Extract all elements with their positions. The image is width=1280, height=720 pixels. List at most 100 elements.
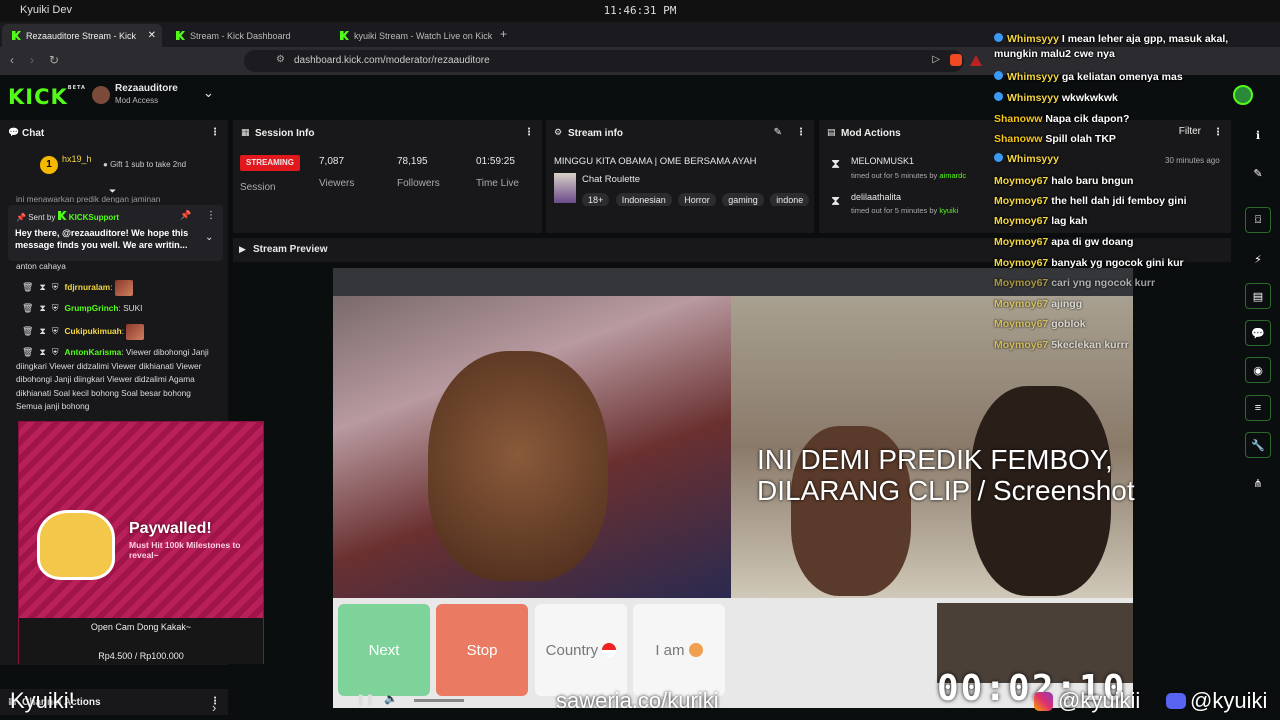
more-options-icon[interactable]: ⋮ bbox=[524, 127, 534, 138]
pause-icon[interactable]: ❚❚ bbox=[356, 693, 374, 706]
edit-icon[interactable]: ✎ bbox=[774, 127, 782, 138]
chat-message[interactable]: 🗑 ⧗ ⛨ fdjrnuralam: bbox=[0, 280, 228, 302]
user-avatar[interactable] bbox=[1233, 85, 1253, 105]
pinned-text: Hey there, @rezaauditore! We hope this m… bbox=[15, 228, 189, 250]
i-am-button[interactable]: I am bbox=[633, 604, 725, 696]
delete-icon[interactable]: 🗑 bbox=[22, 302, 33, 316]
overlay-chat-message: Moymoy67 goblok bbox=[994, 317, 1230, 332]
overlay-chat-user: Whimsyyy bbox=[1007, 153, 1059, 165]
followers-label: Followers bbox=[397, 178, 440, 189]
brave-shield-icon[interactable] bbox=[950, 54, 962, 66]
kick-favicon-icon bbox=[340, 31, 349, 40]
chevron-right-icon[interactable]: › bbox=[212, 700, 216, 715]
more-options-icon[interactable]: ⋮ bbox=[796, 127, 806, 138]
timeout-icon[interactable]: ⧗ bbox=[39, 346, 45, 360]
overlay-chat-text: the hell dah jdi femboy gini bbox=[1051, 195, 1187, 207]
overlay-chat-text: Spill olah TKP bbox=[1045, 133, 1116, 145]
stream-info-panel: ⚙ Stream info ✎ ⋮ MINGGU KITA OBAMA | OM… bbox=[546, 120, 814, 233]
back-icon[interactable]: ‹ bbox=[10, 53, 14, 67]
delete-icon[interactable]: 🗑 bbox=[22, 325, 33, 339]
address-bar[interactable]: ⚙ dashboard.kick.com/moderator/rezaaudit… bbox=[244, 50, 964, 72]
pinned-user: KICKSupport bbox=[68, 213, 120, 222]
broadcast-icon[interactable]: ◉ bbox=[1245, 357, 1271, 383]
mod-action-text: timed out for 5 minutes by bbox=[851, 171, 938, 180]
chevron-down-icon[interactable]: ⌄ bbox=[205, 232, 213, 243]
edit-icon[interactable]: ✎ bbox=[1245, 160, 1271, 186]
forward-icon[interactable]: › bbox=[30, 53, 34, 67]
overlay-banner-text: INI DEMI PREDIK FEMBOY, DILARANG CLIP / … bbox=[757, 444, 1135, 506]
document-icon[interactable]: ▤ bbox=[1245, 283, 1271, 309]
chat-bubble-icon[interactable]: 💬 bbox=[1245, 320, 1271, 346]
volume-slider[interactable] bbox=[414, 699, 464, 702]
chat-username[interactable]: AntonKarisma bbox=[65, 347, 122, 357]
chevron-down-icon[interactable]: ⌄ bbox=[203, 85, 214, 101]
ban-icon[interactable]: ⛨ bbox=[52, 346, 59, 360]
camera-icon[interactable]: ⌼ bbox=[1245, 207, 1271, 233]
reload-icon[interactable]: ↻ bbox=[49, 53, 59, 67]
wrench-icon[interactable]: 🔧 bbox=[1245, 432, 1271, 458]
volume-icon[interactable]: 🔈 bbox=[384, 692, 398, 705]
kick-logo[interactable]: KICKBETA bbox=[8, 85, 86, 109]
address-text: dashboard.kick.com/moderator/rezaauditor… bbox=[294, 55, 490, 66]
paywall-title: Paywalled! bbox=[129, 520, 212, 537]
kick-badge-icon bbox=[57, 211, 67, 220]
country-button[interactable]: Country bbox=[535, 604, 627, 696]
timeout-icon: ⧗ bbox=[831, 156, 841, 171]
stream-title: MINGGU KITA OBAMA | OME BERSAMA AYAH bbox=[554, 156, 757, 167]
timeout-icon[interactable]: ⧗ bbox=[39, 325, 45, 339]
more-options-icon[interactable]: ⋮ bbox=[210, 127, 220, 138]
gift-sub-button[interactable]: ● Gift 1 sub to take 2nd bbox=[103, 160, 186, 169]
paywall-amount: Rp4.500 / Rp100.000 bbox=[98, 651, 184, 661]
sub-leader-badge: 1 bbox=[40, 156, 58, 174]
mod-action-detail: timed out for 5 minutes by kyuiki bbox=[851, 206, 958, 215]
mod-action-user[interactable]: delilaathalita bbox=[851, 192, 901, 202]
category-name[interactable]: Chat Roulette bbox=[582, 174, 640, 185]
share-icon[interactable]: ⋔ bbox=[1245, 470, 1271, 496]
tag: Indonesian bbox=[615, 193, 672, 206]
stop-button[interactable]: Stop bbox=[436, 604, 528, 696]
pinned-message[interactable]: 📌 Sent by KICKSupport 📌 ⋮ Hey there, @re… bbox=[8, 205, 223, 261]
overlay-chat-text: apa di gw doang bbox=[1051, 236, 1134, 248]
pin-icon[interactable]: 📌 bbox=[180, 210, 191, 221]
delete-icon[interactable]: 🗑 bbox=[22, 346, 33, 360]
delete-icon[interactable]: 🗑 bbox=[22, 281, 33, 295]
chat-username[interactable]: fdjrnuralam bbox=[65, 282, 111, 292]
overlay-chat-message: Moymoy67 halo baru bngun bbox=[994, 174, 1230, 189]
share-icon[interactable]: ▷ bbox=[932, 54, 940, 65]
ban-icon[interactable]: ⛨ bbox=[52, 281, 59, 295]
overlay-chat-text: cari yng ngocok kurr bbox=[1051, 277, 1156, 289]
stream-info-header: ⚙ Stream info ✎ ⋮ bbox=[546, 120, 814, 146]
tab-rezaauditore-stream[interactable]: Rezaauditore Stream - Kick ✕ bbox=[2, 24, 162, 47]
stream-info-title: Stream info bbox=[568, 128, 624, 139]
chat-message[interactable]: 🗑 ⧗ ⛨ Cukipukimuah: bbox=[0, 324, 228, 346]
ban-icon[interactable]: ⛨ bbox=[52, 325, 59, 339]
chat-username[interactable]: Cukipukimuah bbox=[65, 326, 122, 336]
pinned-sender: 📌 Sent by KICKSupport bbox=[16, 211, 120, 222]
close-tab-icon[interactable]: ✕ bbox=[148, 30, 156, 41]
tab-kyuiki-stream[interactable]: kyuiki Stream - Watch Live on Kick bbox=[330, 24, 495, 47]
next-button[interactable]: Next bbox=[338, 604, 430, 696]
ban-icon[interactable]: ⛨ bbox=[52, 302, 59, 316]
overlay-chat-text: Napa cik dapon? bbox=[1045, 113, 1130, 125]
chat-username[interactable]: GrumpGrinch bbox=[65, 303, 119, 313]
more-options-icon[interactable]: ⋮ bbox=[206, 210, 216, 221]
overlay-chat-user: Shanoww bbox=[994, 113, 1043, 125]
channel-name: Rezaauditore bbox=[115, 83, 178, 94]
chat-message[interactable]: 🗑 ⧗ ⛨ GrumpGrinch: SUKI bbox=[0, 302, 228, 324]
mod-action-user[interactable]: MELONMUSK1 bbox=[851, 156, 914, 166]
tab-kick-dashboard[interactable]: Stream - Kick Dashboard bbox=[166, 24, 326, 47]
mod-action-detail: timed out for 5 minutes by aimardc bbox=[851, 171, 966, 180]
lightning-icon[interactable]: ⚡ bbox=[1245, 246, 1271, 272]
category-thumbnail[interactable] bbox=[554, 173, 576, 203]
timeout-icon[interactable]: ⧗ bbox=[39, 302, 45, 316]
gift-sub-label: Gift 1 sub to take 2nd bbox=[110, 160, 187, 169]
chat-icon: 💬 bbox=[8, 127, 20, 137]
info-icon[interactable]: ℹ bbox=[1245, 122, 1271, 148]
new-tab-icon[interactable]: + bbox=[500, 27, 507, 41]
server-icon[interactable]: ≡ bbox=[1245, 395, 1271, 421]
timeout-icon[interactable]: ⧗ bbox=[39, 281, 45, 295]
overlay-chat-text: goblok bbox=[1051, 318, 1086, 330]
chat-message[interactable]: 🗑 ⧗ ⛨ AntonKarisma: Viewer dibohongi Janji … bbox=[0, 346, 228, 416]
site-settings-icon[interactable]: ⚙ bbox=[276, 54, 285, 65]
brave-rewards-icon[interactable] bbox=[970, 55, 982, 66]
